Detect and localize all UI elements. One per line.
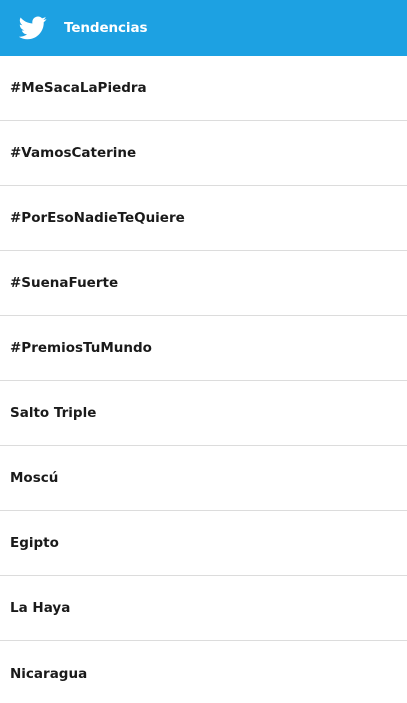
trend-item[interactable]: #PorEsoNadieTeQuiere [0,186,407,251]
trend-item[interactable]: #SuenaFuerte [0,251,407,316]
trend-item[interactable]: Moscú [0,446,407,511]
trend-item[interactable]: Salto Triple [0,381,407,446]
trend-item[interactable]: #MeSacaLaPiedra [0,56,407,121]
trend-label[interactable]: Egipto [10,535,59,551]
trend-item[interactable]: #VamosCaterine [0,121,407,186]
twitter-bird-icon[interactable] [19,16,47,40]
trend-label[interactable]: #VamosCaterine [10,145,136,161]
app-header: Tendencias [0,0,407,56]
trend-label[interactable]: #PremiosTuMundo [10,340,152,356]
trend-label[interactable]: #SuenaFuerte [10,275,118,291]
trend-label[interactable]: Salto Triple [10,405,96,421]
trend-label[interactable]: La Haya [10,600,70,616]
trend-label[interactable]: #PorEsoNadieTeQuiere [10,210,185,226]
trends-list: #MeSacaLaPiedra #VamosCaterine #PorEsoNa… [0,56,407,703]
trend-item[interactable]: #PremiosTuMundo [0,316,407,381]
trend-label[interactable]: Nicaragua [10,666,87,682]
page-title: Tendencias [64,20,148,36]
trend-item[interactable]: Egipto [0,511,407,576]
trend-item[interactable]: La Haya [0,576,407,641]
trend-label[interactable]: #MeSacaLaPiedra [10,80,147,96]
trend-label[interactable]: Moscú [10,470,58,486]
trend-item[interactable]: Nicaragua [0,641,407,703]
